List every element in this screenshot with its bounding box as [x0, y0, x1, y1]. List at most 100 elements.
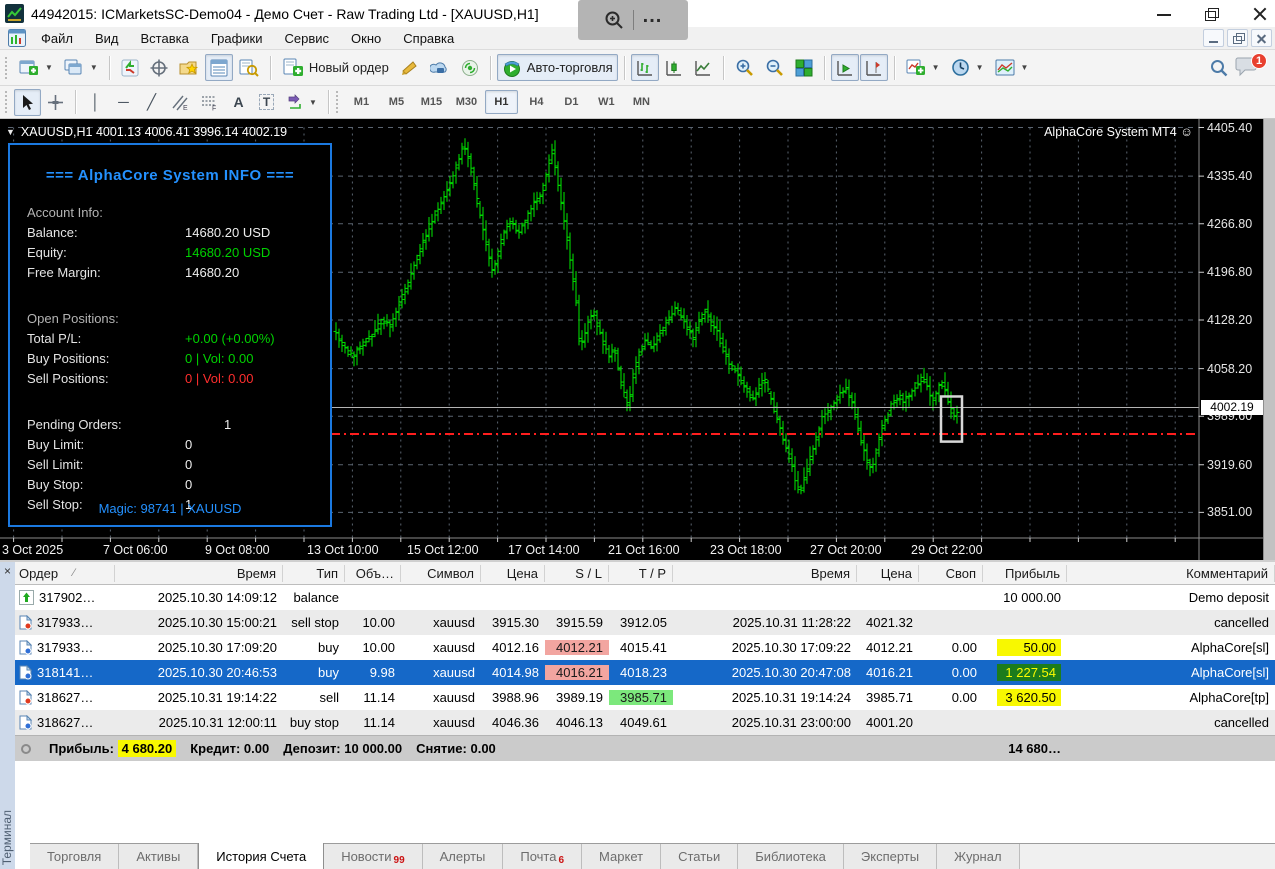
- column-header-symbol[interactable]: Символ: [401, 565, 481, 582]
- column-header-time2[interactable]: Время: [673, 565, 857, 582]
- horizontal-line-tool-button[interactable]: ─: [110, 89, 137, 116]
- search-button[interactable]: [1204, 54, 1234, 81]
- column-header-profit[interactable]: Прибыль: [983, 565, 1067, 582]
- menu-item-4[interactable]: Сервис: [274, 29, 341, 48]
- profiles-button[interactable]: ▼: [59, 54, 103, 81]
- timeframe-h1[interactable]: H1: [485, 90, 518, 114]
- tile-windows-button[interactable]: [790, 54, 818, 81]
- column-header-sl[interactable]: S / L: [545, 565, 609, 582]
- new-order-button[interactable]: Новый ордер: [277, 54, 394, 81]
- column-header-tp[interactable]: T / P: [609, 565, 673, 582]
- tab-активы[interactable]: Активы: [119, 844, 198, 869]
- time-tick-label: 17 Oct 14:00: [508, 543, 580, 557]
- history-row-1[interactable]: 317933…2025.10.30 15:00:21sell stop10.00…: [15, 610, 1275, 635]
- line-chart-mode-button[interactable]: [689, 54, 717, 81]
- timeframe-w1[interactable]: W1: [590, 90, 623, 114]
- overlay-more-icon[interactable]: ...: [643, 11, 663, 29]
- close-button[interactable]: [1253, 8, 1267, 20]
- history-row-4[interactable]: 318627…2025.10.31 19:14:22sell11.14xauus…: [15, 685, 1275, 710]
- column-header-order[interactable]: Ордер∕: [15, 565, 115, 582]
- column-header-swap[interactable]: Своп: [919, 565, 983, 582]
- templates-button[interactable]: ▼: [990, 54, 1034, 81]
- column-header-time[interactable]: Время: [115, 565, 283, 582]
- chart-area[interactable]: ▼ XAUUSD,H1 4001.13 4006.41 3996.14 4002…: [0, 119, 1275, 560]
- terminal-close-icon[interactable]: ×: [1, 565, 14, 578]
- tab-история-счета[interactable]: История Счета: [198, 843, 324, 869]
- text-tool-button[interactable]: A: [225, 89, 252, 116]
- favorites-button[interactable]: [174, 54, 204, 81]
- chevron-down-icon[interactable]: ▼: [6, 127, 15, 137]
- column-header-price2[interactable]: Цена: [857, 565, 919, 582]
- tab-почта[interactable]: Почта6: [503, 844, 582, 869]
- tab-торговля[interactable]: Торговля: [30, 844, 119, 869]
- new-chart-button[interactable]: ▼: [14, 54, 58, 81]
- magnifier-overlay-icon[interactable]: [604, 10, 624, 30]
- tab-эксперты[interactable]: Эксперты: [844, 844, 937, 869]
- vertical-line-tool-button[interactable]: │: [82, 89, 109, 116]
- restore-button[interactable]: [1205, 8, 1219, 20]
- timeframe-m15[interactable]: M15: [415, 90, 448, 114]
- vps-hosting-button[interactable]: [425, 54, 455, 81]
- tab-статьи[interactable]: Статьи: [661, 844, 738, 869]
- toolbar-grip[interactable]: [5, 57, 9, 79]
- column-header-type[interactable]: Тип: [283, 565, 345, 582]
- autoscroll-button[interactable]: [831, 54, 859, 81]
- tab-журнал[interactable]: Журнал: [937, 844, 1019, 869]
- tab-новости[interactable]: Новости99: [324, 844, 422, 869]
- timeframe-h4[interactable]: H4: [520, 90, 553, 114]
- timeframe-m1[interactable]: M1: [345, 90, 378, 114]
- menu-item-6[interactable]: Справка: [392, 29, 465, 48]
- market-watch-button[interactable]: [205, 54, 233, 81]
- chart-restore-button[interactable]: [1227, 29, 1248, 47]
- history-row-0[interactable]: 317902…2025.10.30 14:09:12balance10 000.…: [15, 585, 1275, 610]
- indicators-button[interactable]: ▼: [901, 54, 945, 81]
- fibonacci-tool-button[interactable]: F: [195, 89, 224, 116]
- channel-tool-button[interactable]: E: [166, 89, 194, 116]
- chart-close-button[interactable]: [1251, 29, 1272, 47]
- chart-shift-button[interactable]: [860, 54, 888, 81]
- timeframe-mn[interactable]: MN: [625, 90, 658, 114]
- zoom-out-button[interactable]: [760, 54, 789, 81]
- bar-chart-mode-button[interactable]: [631, 54, 659, 81]
- trendline-tool-button[interactable]: ╱: [138, 89, 165, 116]
- column-header-comment[interactable]: Комментарий: [1067, 565, 1275, 582]
- menu-item-3[interactable]: Графики: [200, 29, 274, 48]
- column-header-price[interactable]: Цена: [481, 565, 545, 582]
- candle-chart-mode-button[interactable]: [660, 54, 688, 81]
- signals-button[interactable]: [456, 54, 484, 81]
- ohlc-readout: XAUUSD,H1 4001.13 4006.41 3996.14 4002.1…: [21, 125, 287, 139]
- crosshair-tool-button[interactable]: [42, 89, 69, 116]
- autotrading-button[interactable]: Авто-торговля: [497, 54, 618, 81]
- periods-button[interactable]: ▼: [946, 54, 989, 81]
- toolbar-separator: [270, 56, 271, 80]
- cell-price: 4046.36: [481, 715, 545, 730]
- notifications-button[interactable]: 1: [1235, 55, 1265, 81]
- data-window-button[interactable]: [234, 54, 264, 81]
- timeframe-d1[interactable]: D1: [555, 90, 588, 114]
- menu-item-2[interactable]: Вставка: [130, 29, 200, 48]
- menu-item-0[interactable]: Файл: [30, 29, 84, 48]
- chart-right-scroll-strip[interactable]: [1263, 119, 1275, 560]
- menu-item-5[interactable]: Окно: [340, 29, 392, 48]
- column-header-vol[interactable]: Объ…: [345, 565, 401, 582]
- toolbar-grip[interactable]: [336, 91, 340, 113]
- metaeditor-button[interactable]: [395, 54, 424, 81]
- timeframe-m30[interactable]: M30: [450, 90, 483, 114]
- minimize-button[interactable]: [1157, 8, 1171, 20]
- toolbar-grip[interactable]: [5, 91, 9, 113]
- tab-алерты[interactable]: Алерты: [423, 844, 504, 869]
- zoom-in-button[interactable]: [730, 54, 759, 81]
- arrows-tool-button[interactable]: ▼: [281, 89, 322, 116]
- history-row-2[interactable]: 317933…2025.10.30 17:09:20buy10.00xauusd…: [15, 635, 1275, 660]
- tab-библиотека[interactable]: Библиотека: [738, 844, 844, 869]
- tick-chart-button[interactable]: [116, 54, 144, 81]
- timeframe-m5[interactable]: M5: [380, 90, 413, 114]
- cursor-tool-button[interactable]: [14, 89, 41, 116]
- history-row-5[interactable]: 318627…2025.10.31 12:00:11buy stop11.14x…: [15, 710, 1275, 735]
- chart-minimize-button[interactable]: [1203, 29, 1224, 47]
- menu-item-1[interactable]: Вид: [84, 29, 130, 48]
- tab-маркет[interactable]: Маркет: [582, 844, 661, 869]
- crosshair-target-button[interactable]: [145, 54, 173, 81]
- text-label-tool-button[interactable]: T: [253, 89, 280, 116]
- history-row-3[interactable]: 318141…2025.10.30 20:46:53buy9.98xauusd4…: [15, 660, 1275, 685]
